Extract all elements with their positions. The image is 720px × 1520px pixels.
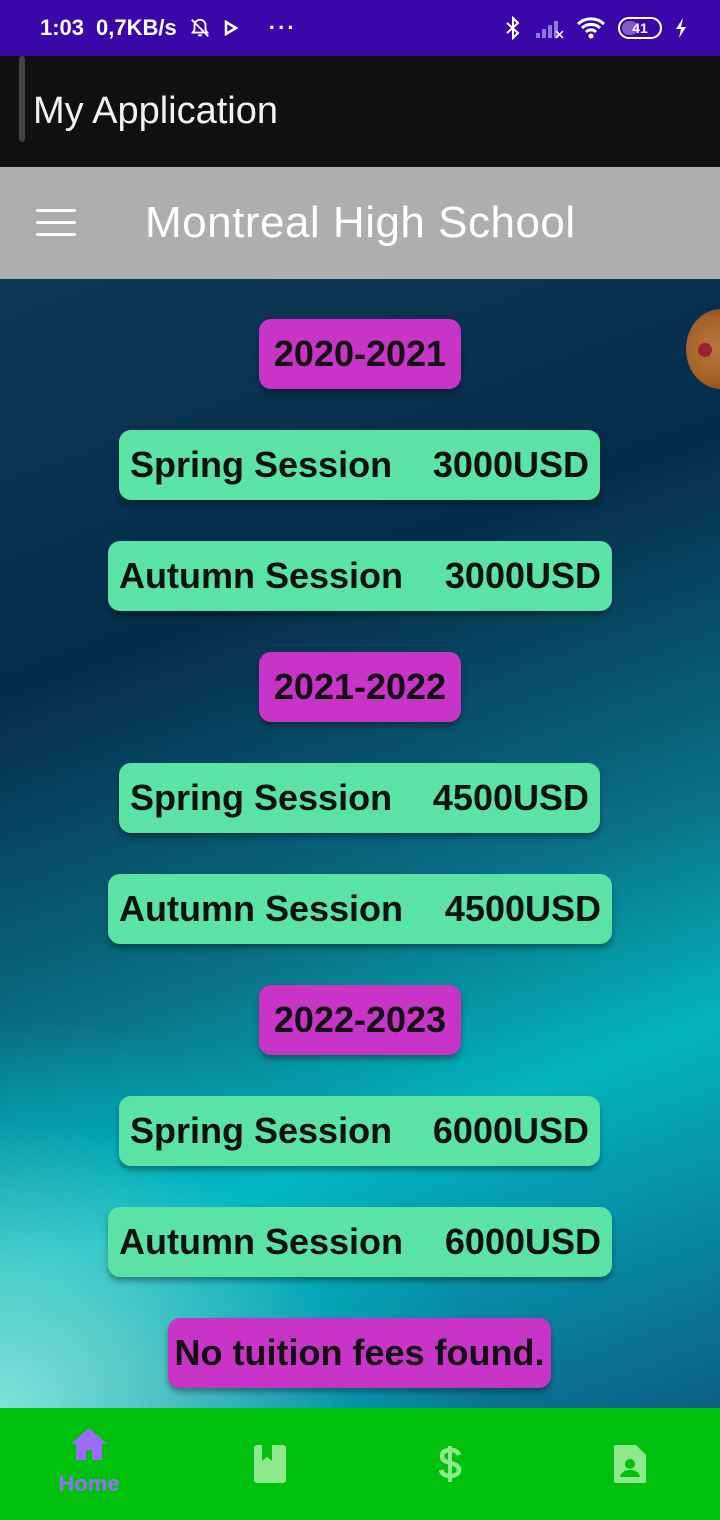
session-row[interactable]: Spring Session 4500USD — [119, 763, 600, 833]
session-amount: 3000USD — [444, 555, 601, 596]
session-name: Autumn Session — [119, 888, 404, 929]
year-header: 2022-2023 — [259, 985, 461, 1055]
window-grip — [19, 56, 25, 142]
toolbar: Montreal High School — [0, 167, 720, 279]
session-name: Spring Session — [130, 444, 393, 485]
session-row[interactable]: Autumn Session 3000USD — [108, 541, 612, 611]
session-row[interactable]: Autumn Session 6000USD — [108, 1207, 612, 1277]
nav-home-label: Home — [58, 1471, 120, 1496]
nav-fees[interactable] — [420, 1408, 480, 1520]
status-bar: 1:03 0,7KB/s ··· 41 — [0, 0, 720, 56]
contact-card-icon — [613, 1444, 647, 1489]
charging-icon — [674, 17, 688, 39]
session-amount: 6000USD — [444, 1221, 601, 1262]
home-icon — [69, 1426, 109, 1467]
session-name: Spring Session — [130, 777, 393, 818]
bell-off-icon — [189, 17, 211, 39]
fees-list[interactable]: 2020-2021 Spring Session 3000USD Autumn … — [0, 279, 720, 1408]
more-indicator: ··· — [268, 15, 297, 40]
bluetooth-icon — [504, 16, 522, 40]
session-amount: 3000USD — [432, 444, 589, 485]
wifi-icon — [576, 16, 606, 40]
session-name: Autumn Session — [119, 1221, 404, 1262]
hamburger-menu-icon[interactable] — [36, 209, 76, 237]
session-name: Autumn Session — [119, 555, 404, 596]
clock: 1:03 — [40, 15, 85, 40]
nav-courses[interactable] — [240, 1408, 300, 1520]
play-icon — [223, 19, 239, 37]
app-title-bar: My Application — [0, 56, 720, 167]
dollar-icon — [436, 1444, 464, 1489]
session-row[interactable]: Autumn Session 4500USD — [108, 874, 612, 944]
session-row[interactable]: Spring Session 3000USD — [119, 430, 600, 500]
battery-icon: 41 — [618, 17, 662, 39]
session-name: Spring Session — [130, 1110, 393, 1151]
network-speed: 0,7KB/s — [96, 15, 177, 40]
nav-profile[interactable] — [600, 1408, 660, 1520]
bottom-navigation: Home — [0, 1408, 720, 1520]
page-title: Montreal High School — [145, 198, 576, 247]
floating-bubble[interactable] — [686, 309, 720, 389]
signal-icon — [534, 17, 564, 39]
session-amount: 6000USD — [432, 1110, 589, 1151]
battery-level: 41 — [632, 20, 648, 36]
session-row[interactable]: Spring Session 6000USD — [119, 1096, 600, 1166]
nav-home[interactable]: Home — [44, 1408, 134, 1520]
app-title: My Application — [33, 90, 279, 132]
session-amount: 4500USD — [444, 888, 601, 929]
session-amount: 4500USD — [432, 777, 589, 818]
empty-message: No tuition fees found. — [168, 1318, 551, 1388]
book-icon — [253, 1444, 287, 1489]
year-header: 2021-2022 — [259, 652, 461, 722]
year-header: 2020-2021 — [259, 319, 461, 389]
